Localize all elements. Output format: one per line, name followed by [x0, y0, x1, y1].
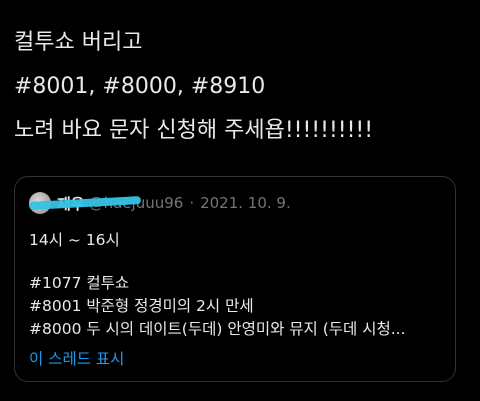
- list-item: #1077 컬투쇼: [29, 274, 130, 292]
- quoted-tweet-header: 재우 @haejuuu96 · 2021. 10. 9.: [28, 191, 291, 215]
- quoted-tweet-body: 14시 ~ 16시 #1077 컬투쇼 #8001 박준형 정경미의 2시 만세…: [29, 229, 406, 341]
- show-thread-link[interactable]: 이 스레드 표시: [29, 347, 124, 369]
- tweet-text-line-1: 컬투쇼 버리고: [14, 30, 143, 55]
- tweet-text-line-2: #8001, #8000, #8910: [14, 74, 266, 99]
- display-name[interactable]: 재우: [28, 193, 142, 214]
- separator-dot: ·: [189, 194, 195, 212]
- tweet-date[interactable]: 2021. 10. 9.: [200, 194, 291, 212]
- list-item: #8001 박준형 정경미의 2시 만세: [29, 297, 254, 315]
- list-item: #8000 두 시의 데이트(두데) 안영미와 뮤지 (두데 시청...: [29, 320, 406, 338]
- time-range: 14시 ~ 16시: [29, 231, 120, 249]
- quoted-tweet-card[interactable]: 재우 @haejuuu96 · 2021. 10. 9. 14시 ~ 16시 #…: [14, 176, 456, 382]
- tweet-text-line-3: 노려 바요 문자 신청해 주세욥!!!!!!!!!!: [14, 118, 374, 143]
